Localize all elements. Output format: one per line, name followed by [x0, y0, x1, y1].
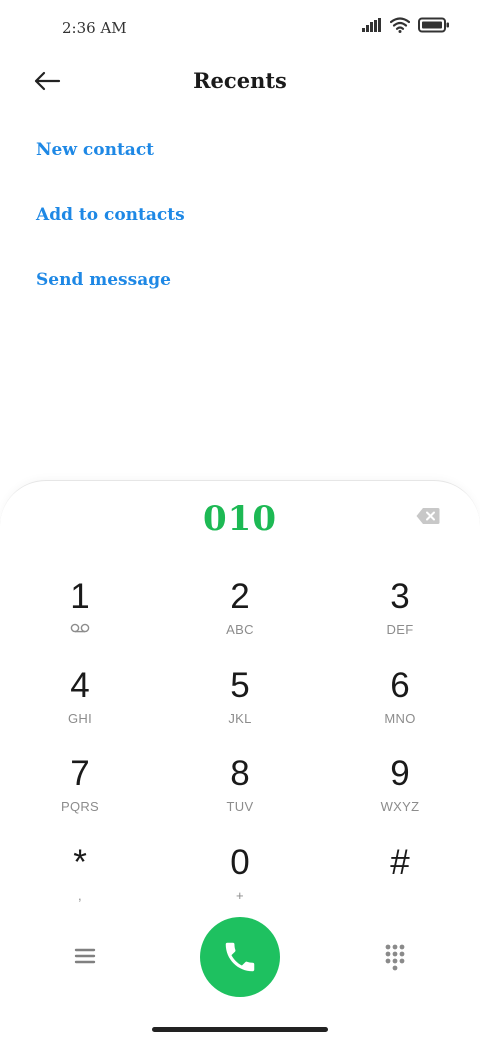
key-letters: JKL — [228, 711, 252, 726]
key-digit: 9 — [390, 754, 410, 793]
key-4[interactable]: 4 GHI — [20, 666, 140, 746]
backspace-icon — [416, 508, 440, 524]
dialer-panel: 010 1 2 ABC 3 DEF 4 GHI 5 JKL 6 MNO 7 PQ… — [0, 480, 480, 1040]
key-digit: * — [73, 843, 87, 882]
home-indicator[interactable] — [152, 1027, 328, 1032]
status-bar: 2:36 AM — [0, 0, 480, 56]
menu-button[interactable] — [72, 943, 98, 969]
key-1[interactable]: 1 — [20, 577, 140, 657]
key-digit: 4 — [70, 666, 90, 705]
backspace-button[interactable] — [416, 507, 440, 525]
add-to-contacts-link[interactable]: Add to contacts — [36, 202, 185, 267]
action-list: New contact Add to contacts Send message — [36, 137, 185, 332]
voicemail-icon — [70, 623, 90, 633]
key-5[interactable]: 5 JKL — [180, 666, 300, 746]
menu-icon — [74, 948, 96, 964]
key-digit: 6 — [390, 666, 410, 705]
key-letters: WXYZ — [380, 799, 420, 814]
key-letters: MNO — [384, 711, 416, 726]
call-row — [0, 917, 480, 997]
key-hash[interactable]: # — [340, 843, 460, 923]
key-digit: 7 — [70, 754, 90, 793]
dialpad-button[interactable] — [384, 943, 406, 971]
key-letters: DEF — [386, 622, 414, 637]
header: Recents — [0, 56, 480, 108]
key-6[interactable]: 6 MNO — [340, 666, 460, 746]
key-digit: 8 — [230, 754, 250, 793]
dialed-number: 010 — [203, 499, 277, 539]
send-message-link[interactable]: Send message — [36, 267, 185, 332]
key-letters: PQRS — [60, 799, 100, 814]
status-time: 2:36 AM — [62, 19, 127, 37]
key-digit: 2 — [230, 577, 250, 616]
key-8[interactable]: 8 TUV — [180, 754, 300, 834]
key-digit: 5 — [230, 666, 250, 705]
phone-icon — [225, 942, 255, 972]
signal-icon — [362, 18, 381, 32]
key-digit: 1 — [70, 577, 90, 616]
key-letters: GHI — [67, 711, 92, 726]
key-letters: + — [236, 888, 244, 903]
key-9[interactable]: 9 WXYZ — [340, 754, 460, 834]
status-icons — [362, 17, 450, 33]
dialpad-icon — [385, 944, 405, 971]
new-contact-link[interactable]: New contact — [36, 137, 185, 202]
key-digit: 3 — [390, 577, 410, 616]
wifi-icon — [390, 17, 410, 33]
key-letters: ABC — [226, 622, 254, 637]
key-3[interactable]: 3 DEF — [340, 577, 460, 657]
key-0[interactable]: 0 + — [180, 843, 300, 923]
key-digit: 0 — [230, 843, 250, 882]
call-button[interactable] — [200, 917, 280, 997]
battery-icon — [418, 17, 449, 33]
key-2[interactable]: 2 ABC — [180, 577, 300, 657]
key-star[interactable]: * , — [20, 843, 140, 923]
page-title: Recents — [193, 68, 287, 93]
key-letters: , — [78, 888, 82, 903]
key-7[interactable]: 7 PQRS — [20, 754, 140, 834]
key-letters: TUV — [226, 799, 254, 814]
key-digit: # — [390, 843, 410, 882]
